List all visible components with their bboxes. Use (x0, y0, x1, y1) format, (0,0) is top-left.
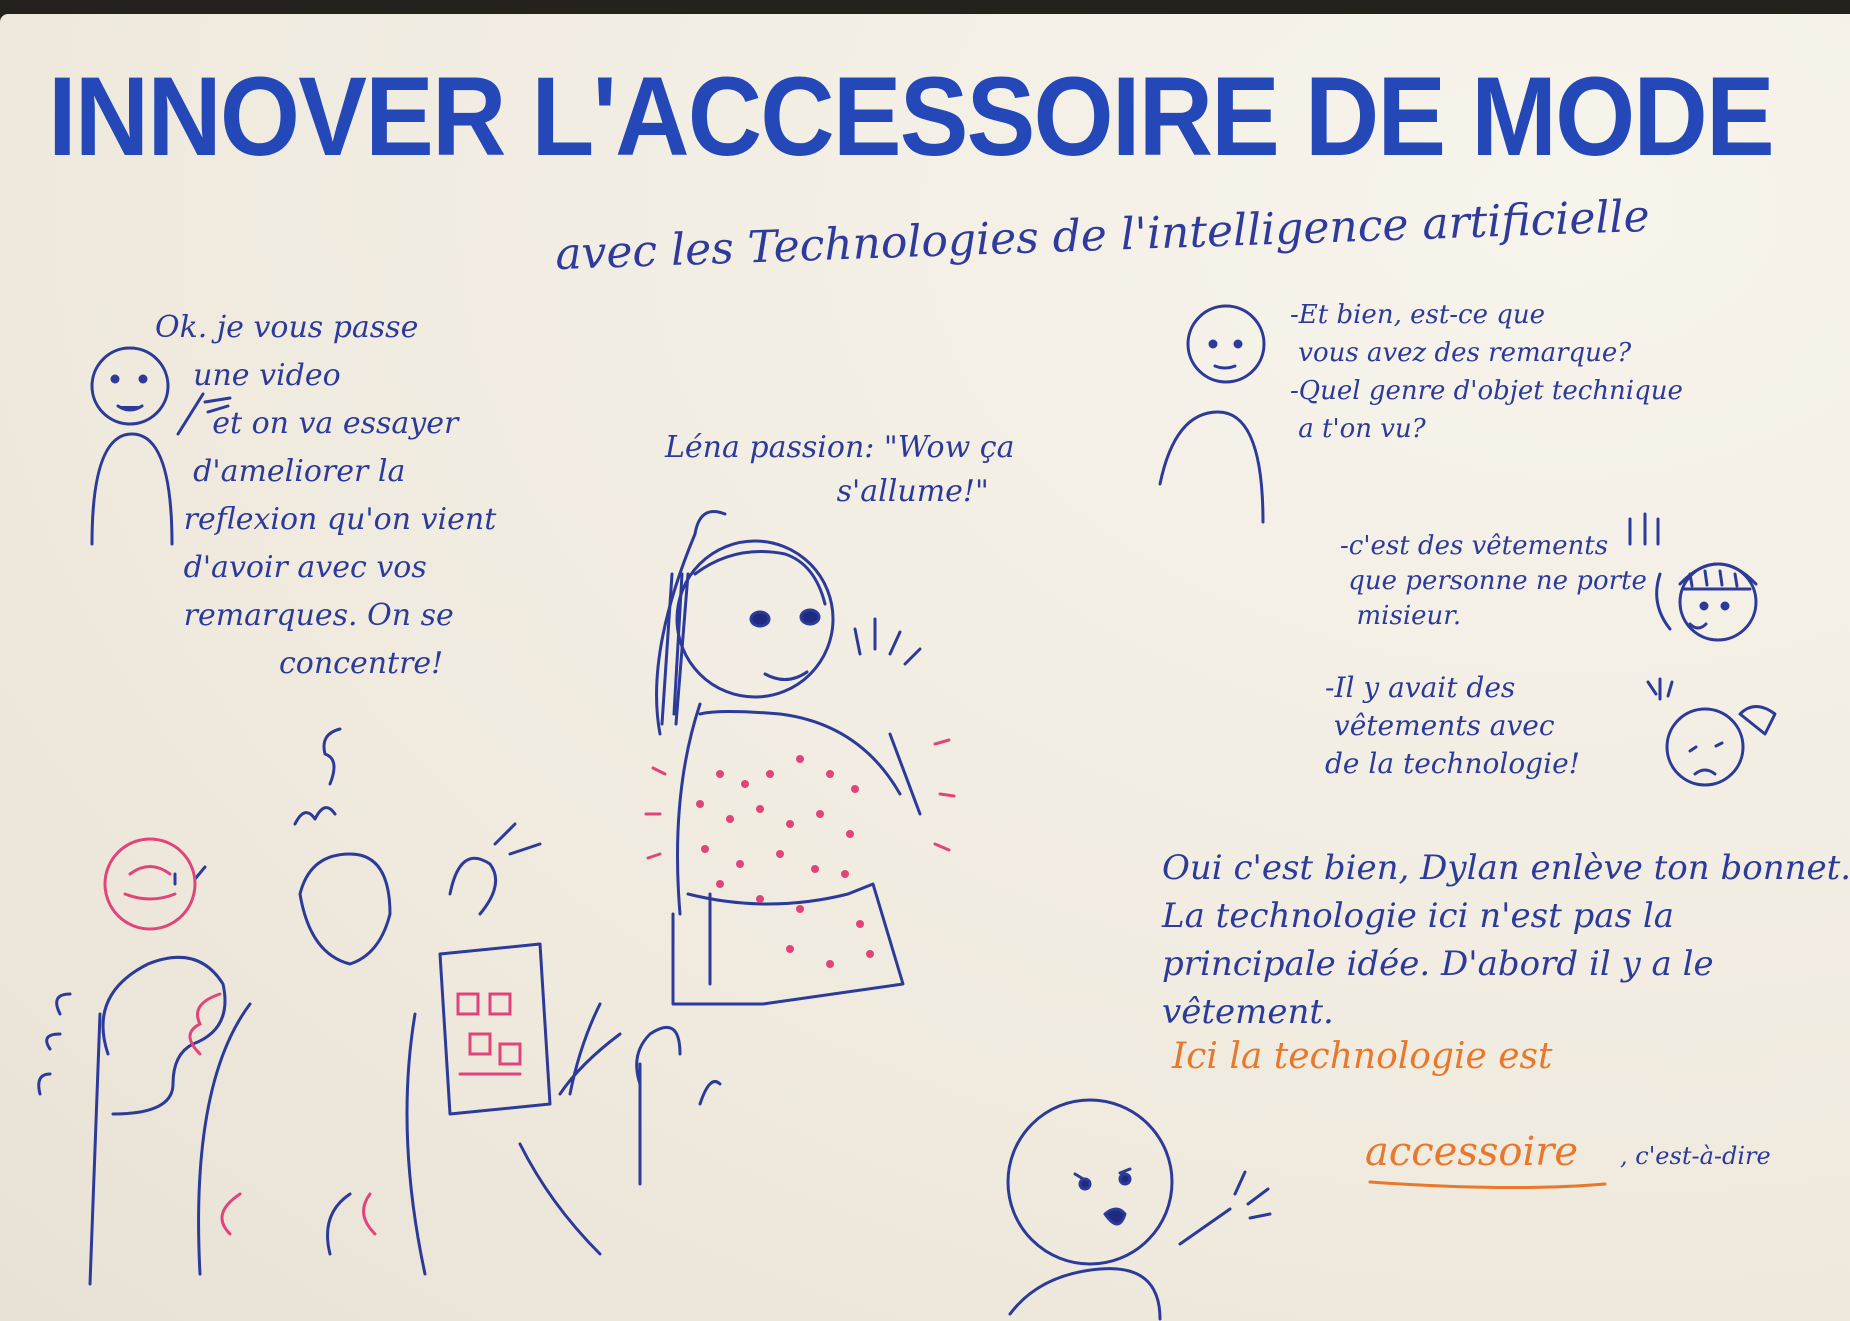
surprised-figure (1006, 1098, 1272, 1321)
highlight-line: Ici la technologie est (1172, 1036, 1553, 1077)
lena-speech: Léna passion: "Wow ça s'allume!" (665, 430, 1015, 509)
accessoire-underline (1368, 1180, 1607, 1190)
question-speech: -Et bien, est-ce que vous avez des remar… (1290, 300, 1683, 444)
dylan-answer: -c'est des vêtements que personne ne por… (1340, 531, 1647, 631)
page-title: INNOVER L'ACCESSOIRE DE MODE (48, 54, 1775, 179)
highlight-tail: , c'est-à-dire (1620, 1142, 1771, 1170)
speaker-figure-right (1158, 304, 1266, 524)
conclusion-speech: Oui c'est bien, Dylan enlève ton bonnet.… (1162, 848, 1850, 1032)
lena-figure (655, 510, 922, 1006)
dylan-figure (1628, 512, 1758, 642)
dress-dots (696, 755, 874, 968)
highlight-word: accessoire (1365, 1129, 1579, 1175)
student-answer: -Il y avait des vêtements avec de la tec… (1325, 671, 1580, 780)
paper-sheet: INNOVER L'ACCESSOIRE DE MODE avec les Te… (0, 14, 1850, 1321)
teacher-speech: Ok. je vous passe une video et on va ess… (155, 310, 497, 681)
student-figure-2 (1646, 677, 1777, 787)
crowd-sketch (37, 727, 722, 1286)
